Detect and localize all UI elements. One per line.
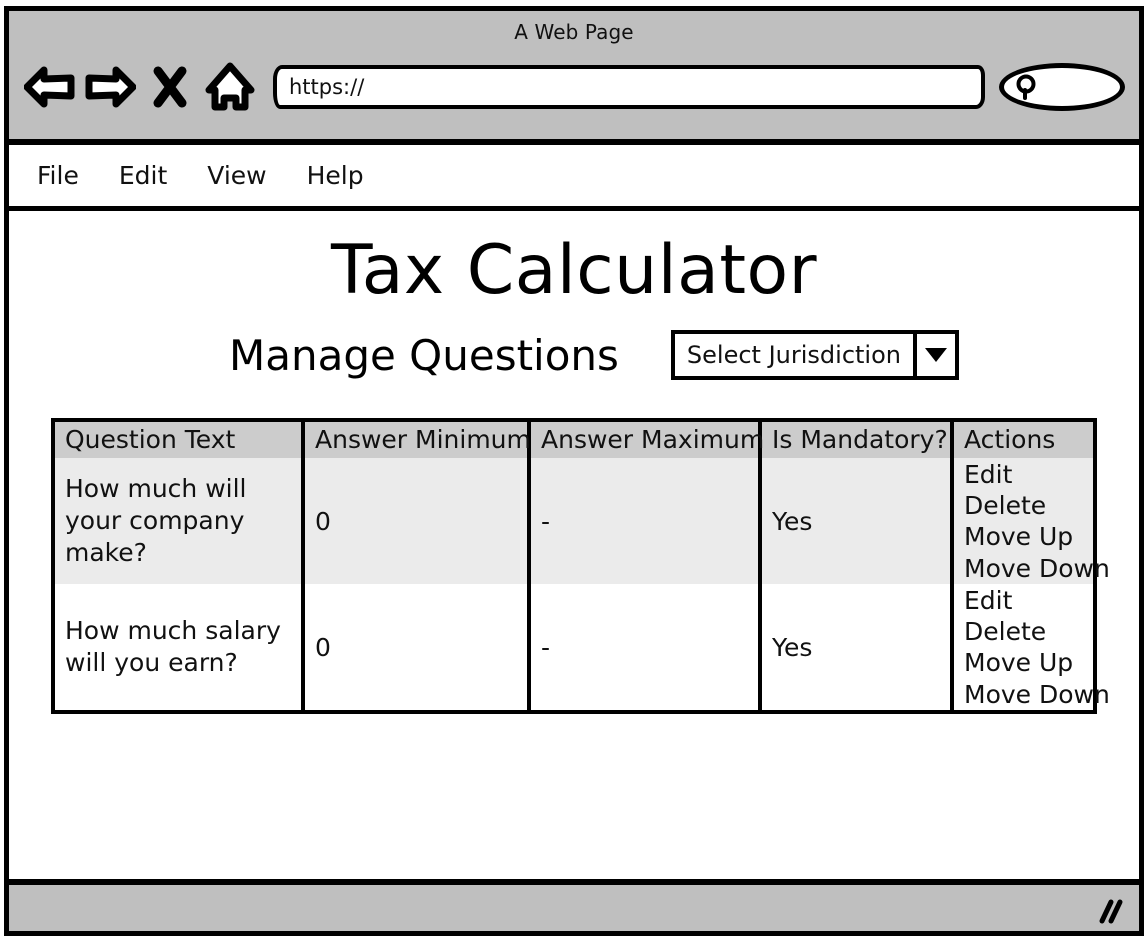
- cell-is-mandatory: Yes: [760, 458, 954, 585]
- status-bar: [9, 879, 1139, 931]
- cell-question-text: How much will your company make?: [55, 458, 305, 585]
- search-icon: [1016, 74, 1036, 100]
- cell-actions: Edit Delete Move Up Move Down: [952, 584, 1110, 711]
- url-bar-wrap: https://: [273, 65, 985, 109]
- menu-item-edit[interactable]: Edit: [119, 161, 167, 190]
- menu-item-view[interactable]: View: [207, 161, 266, 190]
- menu-item-help[interactable]: Help: [307, 161, 364, 190]
- column-header-question-text: Question Text: [55, 422, 305, 459]
- questions-table: Question Text Answer Minimum Answer Maxi…: [55, 422, 1110, 711]
- page-content: Tax Calculator Manage Questions Select J…: [9, 211, 1139, 879]
- page-title: Tax Calculator: [330, 231, 818, 310]
- menu-bar: File Edit View Help: [9, 145, 1139, 211]
- url-text: https://: [289, 75, 365, 99]
- table-header-row: Question Text Answer Minimum Answer Maxi…: [55, 422, 1093, 459]
- menu-item-file[interactable]: File: [37, 161, 79, 190]
- search-input[interactable]: [999, 63, 1125, 111]
- edit-action[interactable]: Edit: [964, 459, 1093, 490]
- edit-action[interactable]: Edit: [964, 585, 1093, 616]
- subtitle-row: Manage Questions Select Jurisdiction: [9, 330, 1139, 381]
- cell-question-text: How much salary will you earn?: [55, 584, 305, 711]
- questions-table-wrap: Question Text Answer Minimum Answer Maxi…: [51, 418, 1110, 715]
- move-down-action[interactable]: Move Down: [964, 679, 1110, 710]
- cell-answer-maximum: -: [529, 584, 762, 711]
- jurisdiction-select[interactable]: Select Jurisdiction: [670, 330, 959, 381]
- move-up-action[interactable]: Move Up: [964, 521, 1093, 552]
- resize-grip-icon[interactable]: [1091, 893, 1125, 927]
- browser-toolbar: https://: [9, 51, 1139, 123]
- delete-action[interactable]: Delete: [964, 616, 1093, 647]
- column-header-is-mandatory: Is Mandatory?: [760, 422, 954, 459]
- table-row: How much will your company make? 0 - Yes…: [55, 458, 1110, 585]
- delete-action[interactable]: Delete: [964, 490, 1093, 521]
- screenshot-root: A Web Page https:// File Edit View Help …: [0, 0, 1148, 942]
- browser-chrome: A Web Page https://: [9, 11, 1139, 145]
- caret-shape: [925, 348, 947, 363]
- cell-is-mandatory: Yes: [760, 584, 954, 711]
- browser-window: A Web Page https:// File Edit View Help …: [4, 6, 1144, 936]
- section-heading: Manage Questions: [229, 330, 619, 380]
- back-icon[interactable]: [23, 60, 77, 114]
- column-header-answer-maximum: Answer Maximum: [529, 422, 764, 459]
- table-body: How much will your company make? 0 - Yes…: [55, 458, 1110, 711]
- table-row: How much salary will you earn? 0 - Yes E…: [55, 584, 1110, 711]
- cell-actions: Edit Delete Move Up Move Down: [952, 458, 1110, 585]
- move-up-action[interactable]: Move Up: [964, 647, 1093, 678]
- table-head: Question Text Answer Minimum Answer Maxi…: [55, 422, 1093, 459]
- cell-answer-minimum: 0: [303, 584, 531, 711]
- forward-icon[interactable]: [83, 60, 137, 114]
- move-down-action[interactable]: Move Down: [964, 553, 1110, 584]
- home-icon[interactable]: [203, 60, 257, 114]
- column-header-answer-minimum: Answer Minimum: [303, 422, 531, 459]
- chevron-down-icon[interactable]: [913, 334, 955, 377]
- column-header-actions: Actions: [952, 422, 1093, 459]
- nav-icon-group: [23, 60, 257, 114]
- url-input[interactable]: https://: [273, 65, 985, 109]
- jurisdiction-select-label: Select Jurisdiction: [686, 341, 901, 370]
- cell-answer-minimum: 0: [303, 458, 531, 585]
- window-title: A Web Page: [514, 20, 634, 44]
- stop-icon[interactable]: [143, 60, 197, 114]
- cell-answer-maximum: -: [529, 458, 762, 585]
